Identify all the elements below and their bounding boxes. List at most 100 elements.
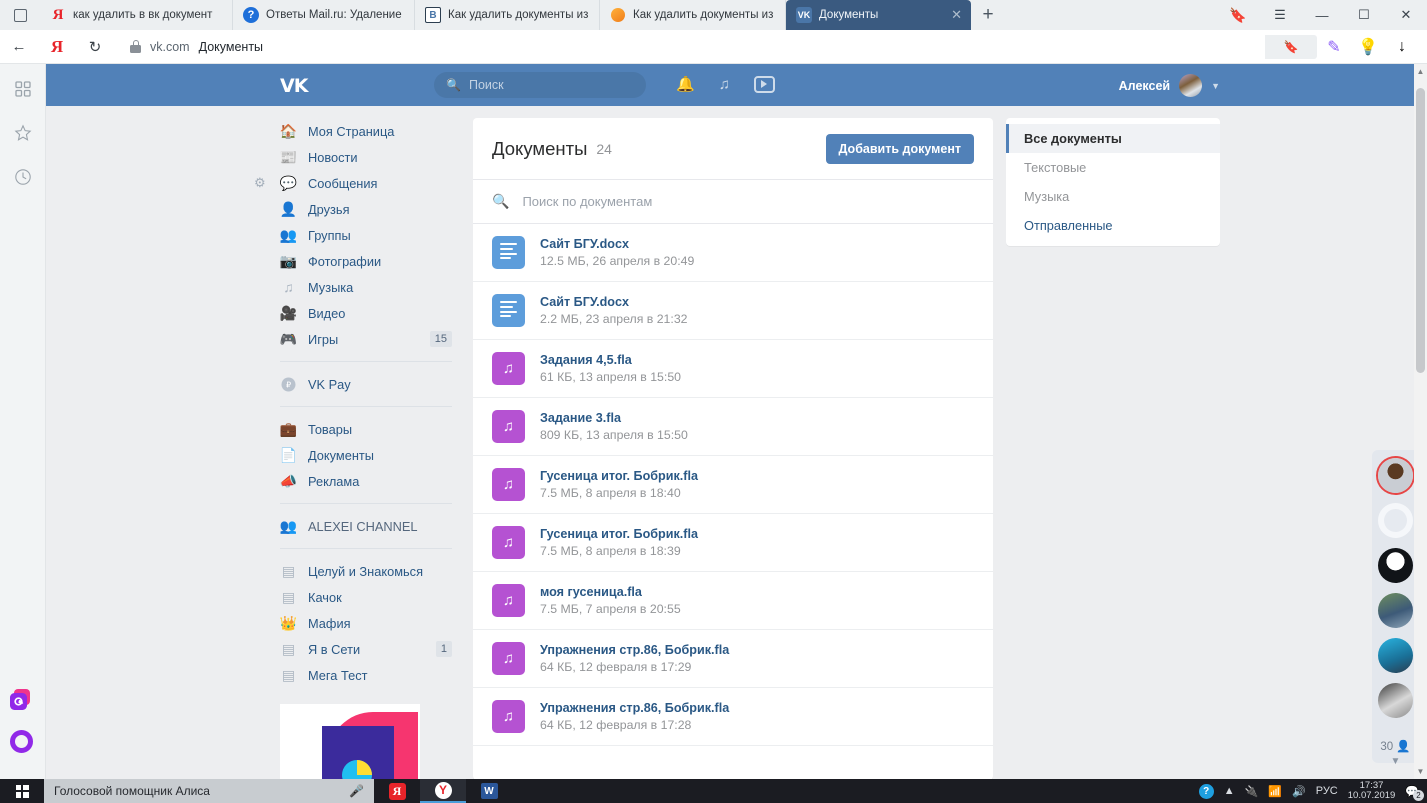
filter-text[interactable]: Текстовые xyxy=(1006,153,1220,182)
microphone-icon[interactable]: 🎤 xyxy=(349,784,364,798)
avatar[interactable] xyxy=(1378,458,1413,493)
document-name[interactable]: моя гусеница.fla xyxy=(540,585,681,599)
sidebar-item-app-5[interactable]: ▤ Мега Тест xyxy=(280,662,452,688)
document-name[interactable]: Сайт БГУ.docx xyxy=(540,295,688,309)
back-button[interactable]: ← xyxy=(0,30,38,64)
avatar[interactable] xyxy=(1378,593,1413,628)
omnibox[interactable]: vk.com Документы xyxy=(120,33,1265,60)
document-row[interactable]: ♫ Гусеница итог. Бобрик.fla 7.5 МБ, 8 ап… xyxy=(473,456,993,514)
show-hidden-icons-chevron-icon[interactable]: ▲ xyxy=(1224,785,1235,797)
taskbar-search-input[interactable]: Голосовой помощник Алиса 🎤 xyxy=(44,779,374,803)
sidebar-item-ads[interactable]: 📣 Реклама xyxy=(280,468,452,494)
start-button[interactable] xyxy=(0,779,44,803)
alice-app-icon[interactable] xyxy=(8,688,34,714)
page-scrollbar[interactable]: ▲ ▼ xyxy=(1414,64,1427,779)
music-note-icon[interactable]: ♫ xyxy=(719,76,730,93)
wifi-icon[interactable]: 📶 xyxy=(1268,785,1282,798)
vk-logo[interactable]: VK xyxy=(280,75,308,97)
reload-button[interactable]: ↻ xyxy=(76,30,114,64)
tab-list-button[interactable] xyxy=(0,0,40,30)
clock[interactable]: 17:37 10.07.2019 xyxy=(1348,781,1396,801)
sidebar-item-friends[interactable]: 👤 Друзья xyxy=(280,196,452,222)
sidebar-item-app-4[interactable]: ▤ Я в Сети 1 xyxy=(280,636,452,662)
sidebar-item-app-2[interactable]: ▤ Качок xyxy=(280,584,452,610)
apps-grid-icon[interactable] xyxy=(12,78,34,100)
browser-tab-1[interactable]: Я как удалить в вк документ xyxy=(40,0,233,30)
sidebar-item-goods[interactable]: 💼 Товары xyxy=(280,416,452,442)
document-name[interactable]: Задания 4,5.fla xyxy=(540,353,681,367)
sidebar-item-video[interactable]: 🎥 Видео xyxy=(280,300,452,326)
gear-icon[interactable]: ⚙ xyxy=(254,175,266,191)
maximize-button[interactable]: ☐ xyxy=(1343,0,1385,30)
sidebar-item-messages[interactable]: ⚙ 💬 Сообщения xyxy=(254,170,452,196)
sidebar-ad-banner[interactable] xyxy=(280,704,420,779)
notifications-icon[interactable]: 💬 2 xyxy=(1405,785,1424,801)
history-clock-icon[interactable] xyxy=(12,166,34,188)
browser-tab-2[interactable]: ? Ответы Mail.ru: Удаление xyxy=(233,0,415,30)
document-row[interactable]: Сайт БГУ.docx 12.5 МБ, 26 апреля в 20:49 xyxy=(473,224,993,282)
sidebar-item-news[interactable]: 📰 Новости xyxy=(280,144,452,170)
browser-tab-3[interactable]: B Как удалить документы из xyxy=(415,0,600,30)
document-name[interactable]: Сайт БГУ.docx xyxy=(540,237,694,251)
add-bookmark-icon[interactable]: 🔖 xyxy=(1265,34,1317,59)
alice-circle-icon[interactable] xyxy=(10,730,33,753)
scrollbar-thumb[interactable] xyxy=(1416,88,1425,373)
chevron-down-icon[interactable]: ▼ xyxy=(1372,756,1419,767)
close-window-button[interactable]: ✕ xyxy=(1385,0,1427,30)
sidebar-item-groups[interactable]: 👥 Группы xyxy=(280,222,452,248)
download-icon[interactable]: ↓ xyxy=(1385,30,1419,64)
document-row[interactable]: ♫ Гусеница итог. Бобрик.fla 7.5 МБ, 8 ап… xyxy=(473,514,993,572)
document-row[interactable]: ♫ моя гусеница.fla 7.5 МБ, 7 апреля в 20… xyxy=(473,572,993,630)
scroll-up-arrow[interactable]: ▲ xyxy=(1414,64,1427,79)
sidebar-item-app-3[interactable]: 👑 Мафия xyxy=(280,610,452,636)
document-row[interactable]: Сайт БГУ.docx 2.2 МБ, 23 апреля в 21:32 xyxy=(473,282,993,340)
sidebar-item-games[interactable]: 🎮 Игры 15 xyxy=(280,326,452,352)
help-icon[interactable]: ? xyxy=(1198,783,1214,799)
vk-user-menu[interactable]: Алексей ▼ xyxy=(1119,74,1220,97)
bookmarks-star-icon[interactable] xyxy=(12,122,34,144)
avatar[interactable] xyxy=(1378,548,1413,583)
avatar[interactable] xyxy=(1378,683,1413,718)
minimize-button[interactable]: — xyxy=(1301,0,1343,30)
taskbar-app-yandex[interactable]: Я xyxy=(374,779,420,803)
new-tab-button[interactable]: + xyxy=(971,0,1005,30)
taskbar-app-yandex-browser[interactable]: Y xyxy=(420,779,466,803)
avatar[interactable] xyxy=(1378,638,1413,673)
sidebar-item-vkpay[interactable]: ₽ VK Pay xyxy=(280,371,452,397)
document-row[interactable]: ♫ Упражнения стр.86, Бобрик.fla 64 КБ, 1… xyxy=(473,688,993,746)
filter-sent[interactable]: Отправленные xyxy=(1006,211,1220,240)
filter-all-documents[interactable]: Все документы xyxy=(1006,124,1220,153)
vk-search-input[interactable]: 🔍 Поиск xyxy=(434,72,646,98)
lightbulb-icon[interactable]: 💡 xyxy=(1351,30,1385,64)
sidebar-item-app-1[interactable]: ▤ Целуй и Знакомься xyxy=(280,558,452,584)
battery-icon[interactable]: 🔌 xyxy=(1245,785,1259,798)
sidebar-item-alexei-channel[interactable]: 👥 ALEXEI CHANNEL xyxy=(280,513,452,539)
video-play-icon[interactable] xyxy=(753,75,775,93)
scroll-down-arrow[interactable]: ▼ xyxy=(1414,764,1427,779)
filter-music[interactable]: Музыка xyxy=(1006,182,1220,211)
close-icon[interactable]: ✕ xyxy=(947,7,962,23)
document-name[interactable]: Упражнения стр.86, Бобрик.fla xyxy=(540,643,729,657)
sidebar-item-my-page[interactable]: 🏠 Моя Страница xyxy=(280,118,452,144)
document-name[interactable]: Гусеница итог. Бобрик.fla xyxy=(540,469,698,483)
language-indicator[interactable]: РУС xyxy=(1316,785,1338,797)
browser-tab-5-active[interactable]: VK Документы ✕ xyxy=(786,0,971,30)
add-document-button[interactable]: Добавить документ xyxy=(825,134,974,164)
bookmark-icon[interactable]: 🔖 xyxy=(1217,0,1259,30)
document-row[interactable]: ♫ Задания 4,5.fla 61 КБ, 13 апреля в 15:… xyxy=(473,340,993,398)
document-row[interactable]: ♫ Упражнения стр.86, Бобрик.fla 64 КБ, 1… xyxy=(473,630,993,688)
sidebar-item-photos[interactable]: 📷 Фотографии xyxy=(280,248,452,274)
document-name[interactable]: Упражнения стр.86, Бобрик.fla xyxy=(540,701,729,715)
document-row[interactable]: ♫ Задание 3.fla 809 КБ, 13 апреля в 15:5… xyxy=(473,398,993,456)
menu-icon[interactable]: ☰ xyxy=(1259,0,1301,30)
yandex-home-icon[interactable]: Я xyxy=(38,30,76,64)
pen-icon[interactable]: ✎ xyxy=(1317,30,1351,64)
sidebar-item-documents[interactable]: 📄 Документы xyxy=(280,442,452,468)
taskbar-app-word[interactable]: W xyxy=(466,779,512,803)
avatar[interactable] xyxy=(1378,503,1413,538)
sidebar-item-music[interactable]: ♫ Музыка xyxy=(280,274,452,300)
bell-icon[interactable]: 🔔 xyxy=(676,75,695,93)
documents-search-input[interactable]: 🔍 Поиск по документам xyxy=(473,180,993,224)
browser-tab-4[interactable]: Как удалить документы из xyxy=(600,0,786,30)
document-name[interactable]: Задание 3.fla xyxy=(540,411,688,425)
